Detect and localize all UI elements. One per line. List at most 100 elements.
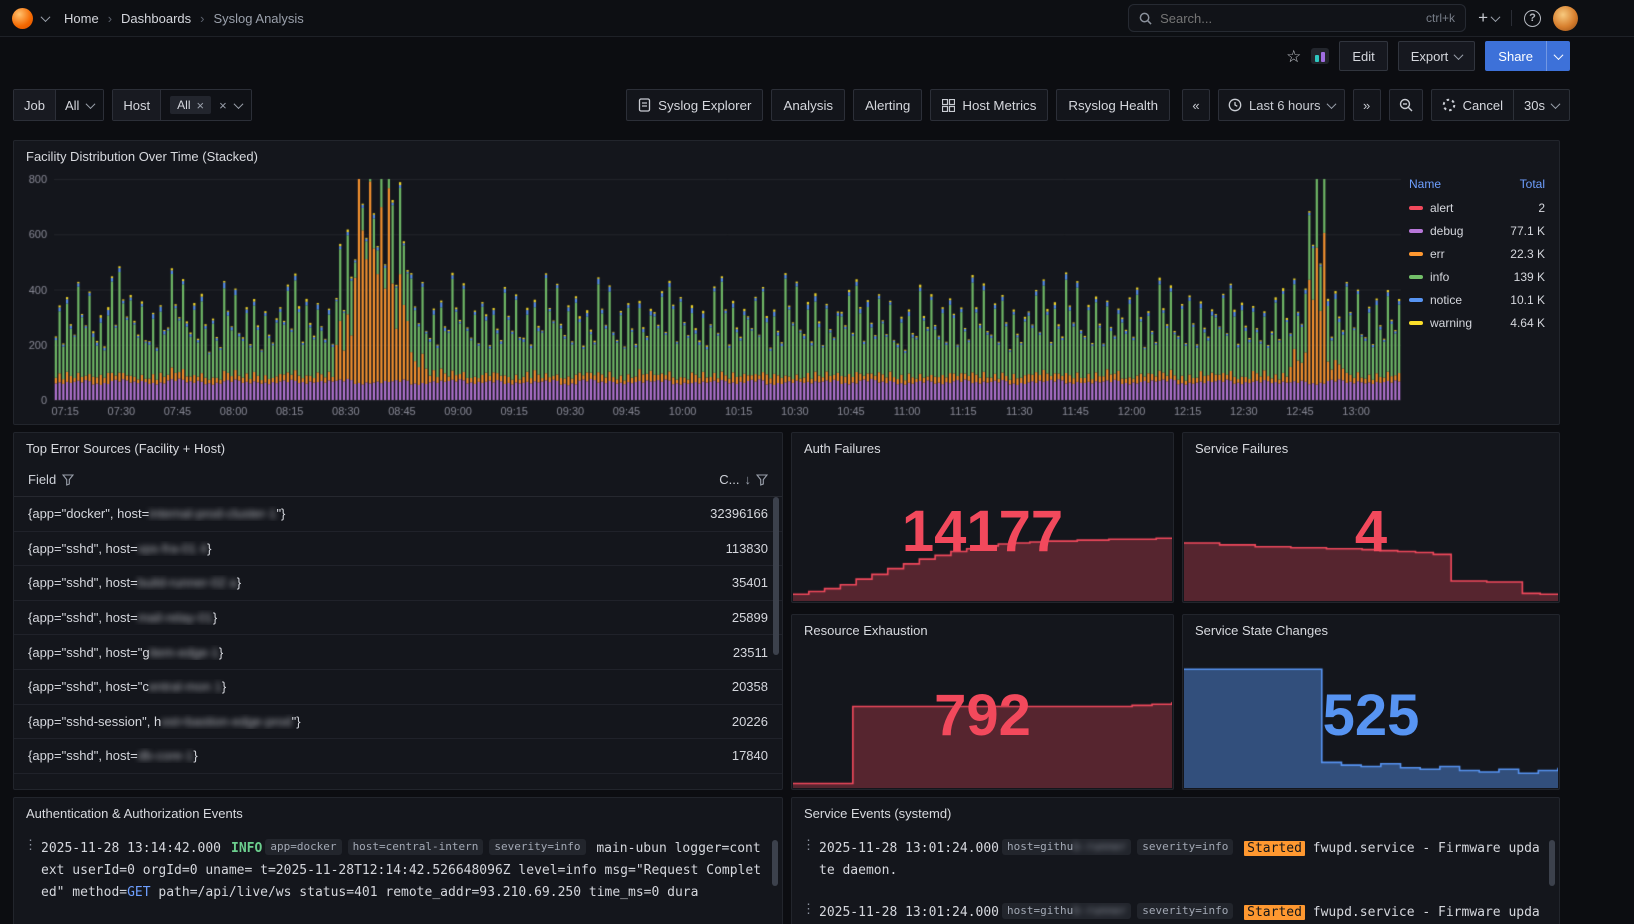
legend-total-header[interactable]: Total bbox=[1520, 177, 1545, 191]
link-syslog-explorer[interactable]: Syslog Explorer bbox=[626, 89, 763, 121]
cancel-refresh-button[interactable]: Cancel bbox=[1432, 90, 1513, 120]
series-color-dash bbox=[1409, 298, 1423, 302]
legend-series-total: 4.64 K bbox=[1510, 316, 1545, 330]
panel-service-state-changes: Service State Changes 525 bbox=[1182, 614, 1560, 790]
log-label-chip[interactable]: host=central-intern bbox=[348, 839, 484, 855]
log-label-chip[interactable]: severity=info bbox=[1137, 903, 1233, 919]
field-column-header[interactable]: Field bbox=[28, 472, 56, 487]
log-row-menu-icon[interactable]: ⋮ bbox=[802, 902, 819, 924]
panel-title[interactable]: Top Error Sources (Facility + Host) bbox=[14, 433, 782, 463]
redacted-host: vps-fra-01 4 bbox=[138, 541, 207, 556]
grafana-logo-icon[interactable] bbox=[12, 8, 33, 29]
chevron-down-icon bbox=[1454, 50, 1464, 60]
remove-value-icon[interactable]: × bbox=[197, 99, 205, 112]
star-icon[interactable]: ☆ bbox=[1286, 48, 1301, 65]
log-label-chip[interactable]: app=docker bbox=[265, 839, 341, 855]
log-row-menu-icon[interactable]: ⋮ bbox=[24, 838, 41, 904]
filter-icon[interactable] bbox=[756, 474, 768, 486]
panel-title[interactable]: Authentication & Authorization Events bbox=[14, 798, 782, 828]
log-label-chip[interactable]: host=github-runner bbox=[1002, 903, 1131, 919]
legend-item-warning: warning 4.64 K bbox=[1409, 311, 1545, 334]
log-level: INFO bbox=[231, 841, 262, 856]
stacked-bar-chart[interactable] bbox=[20, 171, 1405, 420]
help-icon[interactable]: ? bbox=[1524, 10, 1541, 27]
time-shift-back-button[interactable]: « bbox=[1182, 89, 1210, 121]
search-shortcut: ctrl+k bbox=[1426, 11, 1455, 25]
legend-series-total: 139 K bbox=[1514, 270, 1545, 284]
link-host-metrics[interactable]: Host Metrics bbox=[930, 89, 1048, 121]
breadcrumb-separator: › bbox=[200, 11, 204, 26]
share-button[interactable]: Share bbox=[1485, 41, 1570, 71]
logs-scrollbar[interactable] bbox=[1549, 840, 1555, 886]
add-new-button[interactable]: + bbox=[1478, 8, 1499, 28]
breadcrumb: Home › Dashboards › Syslog Analysis bbox=[64, 11, 304, 26]
dashboard-toolbar: ☆ Edit Export Share bbox=[0, 38, 1634, 74]
org-switcher-chevron-icon[interactable] bbox=[41, 12, 51, 22]
breadcrumb-dashboards[interactable]: Dashboards bbox=[121, 11, 191, 26]
zoom-out-button[interactable] bbox=[1389, 89, 1423, 121]
legend-name-header[interactable]: Name bbox=[1409, 177, 1441, 191]
grid-icon bbox=[942, 99, 955, 112]
log-label-chip[interactable]: host=github-runner bbox=[1002, 839, 1131, 855]
logs-scrollbar[interactable] bbox=[772, 840, 778, 886]
field-cell: {app="sshd", host=build-runner-02 a} bbox=[28, 575, 678, 590]
link-analysis[interactable]: Analysis bbox=[771, 89, 845, 121]
series-color-dash bbox=[1409, 321, 1423, 325]
edit-button[interactable]: Edit bbox=[1339, 41, 1387, 71]
legend-series-name[interactable]: notice bbox=[1430, 293, 1462, 307]
legend-series-name[interactable]: warning bbox=[1430, 316, 1472, 330]
refresh-controls: Cancel 30s bbox=[1431, 89, 1570, 121]
stat-value: 14177 bbox=[902, 498, 1063, 565]
refresh-interval-picker[interactable]: 30s bbox=[1513, 90, 1569, 120]
legend-series-name[interactable]: debug bbox=[1430, 224, 1463, 238]
table-row: {app="sshd-session", host=bastion-edge-p… bbox=[14, 705, 782, 740]
log-row: ⋮2025-11-28 13:14:42.000 INFOapp=docker ho… bbox=[24, 828, 766, 914]
spinner-icon bbox=[1442, 98, 1456, 112]
search-bar[interactable]: ctrl+k bbox=[1128, 4, 1466, 32]
log-timestamp: 2025-11-28 13:01:24.000 bbox=[819, 905, 999, 920]
log-timestamp: 2025-11-28 13:14:42.000 bbox=[41, 841, 221, 856]
series-color-dash bbox=[1409, 229, 1423, 233]
panel-facility-distribution: Facility Distribution Over Time (Stacked… bbox=[13, 140, 1560, 425]
export-button[interactable]: Export bbox=[1398, 41, 1476, 71]
host-variable-value[interactable]: All× × bbox=[160, 90, 251, 120]
panel-title[interactable]: Resource Exhaustion bbox=[792, 615, 1173, 645]
panel-title[interactable]: Service State Changes bbox=[1183, 615, 1559, 645]
chevron-down-icon bbox=[86, 99, 96, 109]
panel-title[interactable]: Service Events (systemd) bbox=[792, 798, 1559, 828]
log-label-chip[interactable]: severity=info bbox=[1137, 839, 1233, 855]
table-row: {app="sshd", host="gitem-edge-1}23511 bbox=[14, 635, 782, 670]
share-menu-chevron-icon[interactable] bbox=[1546, 41, 1570, 71]
breadcrumb-home[interactable]: Home bbox=[64, 11, 99, 26]
stat-value: 792 bbox=[934, 682, 1031, 749]
job-variable-value[interactable]: All bbox=[55, 90, 103, 120]
legend-series-name[interactable]: alert bbox=[1430, 201, 1453, 215]
clear-all-icon[interactable]: × bbox=[219, 99, 227, 112]
log-content: 2025-11-28 13:01:24.000host=github-runne… bbox=[819, 902, 1543, 924]
legend-series-total: 2 bbox=[1538, 201, 1545, 215]
sort-desc-icon[interactable]: ↓ bbox=[745, 472, 752, 487]
log-row-menu-icon[interactable]: ⋮ bbox=[802, 838, 819, 882]
link-rsyslog-health[interactable]: Rsyslog Health bbox=[1056, 89, 1170, 121]
redacted-host: ost=bastion-edge-prod bbox=[161, 714, 291, 729]
panel-title[interactable]: Auth Failures bbox=[792, 433, 1173, 463]
table-scrollbar[interactable] bbox=[773, 497, 779, 655]
count-column-header[interactable]: C... bbox=[719, 472, 739, 487]
field-cell: {app="sshd", host="gitem-edge-1} bbox=[28, 645, 678, 660]
link-alerting[interactable]: Alerting bbox=[853, 89, 922, 121]
time-shift-forward-button[interactable]: » bbox=[1353, 89, 1381, 121]
panel-title[interactable]: Facility Distribution Over Time (Stacked… bbox=[14, 141, 1559, 171]
log-label-chip[interactable]: severity=info bbox=[489, 839, 585, 855]
host-value-chip[interactable]: All× bbox=[170, 96, 211, 114]
legend-series-name[interactable]: err bbox=[1430, 247, 1445, 261]
search-input[interactable] bbox=[1160, 11, 1418, 26]
filter-icon[interactable] bbox=[62, 474, 74, 486]
legend-series-name[interactable]: info bbox=[1430, 270, 1449, 284]
insights-icon[interactable] bbox=[1311, 48, 1329, 64]
panel-title[interactable]: Service Failures bbox=[1183, 433, 1559, 463]
user-avatar[interactable] bbox=[1553, 6, 1578, 31]
table-row: {app="sshd", host=mail-relay-01}25899 bbox=[14, 601, 782, 636]
count-cell: 32396166 bbox=[678, 506, 768, 521]
log-content: 2025-11-28 13:14:42.000 INFOapp=docker hos… bbox=[41, 838, 766, 904]
time-range-picker[interactable]: Last 6 hours bbox=[1218, 89, 1345, 121]
